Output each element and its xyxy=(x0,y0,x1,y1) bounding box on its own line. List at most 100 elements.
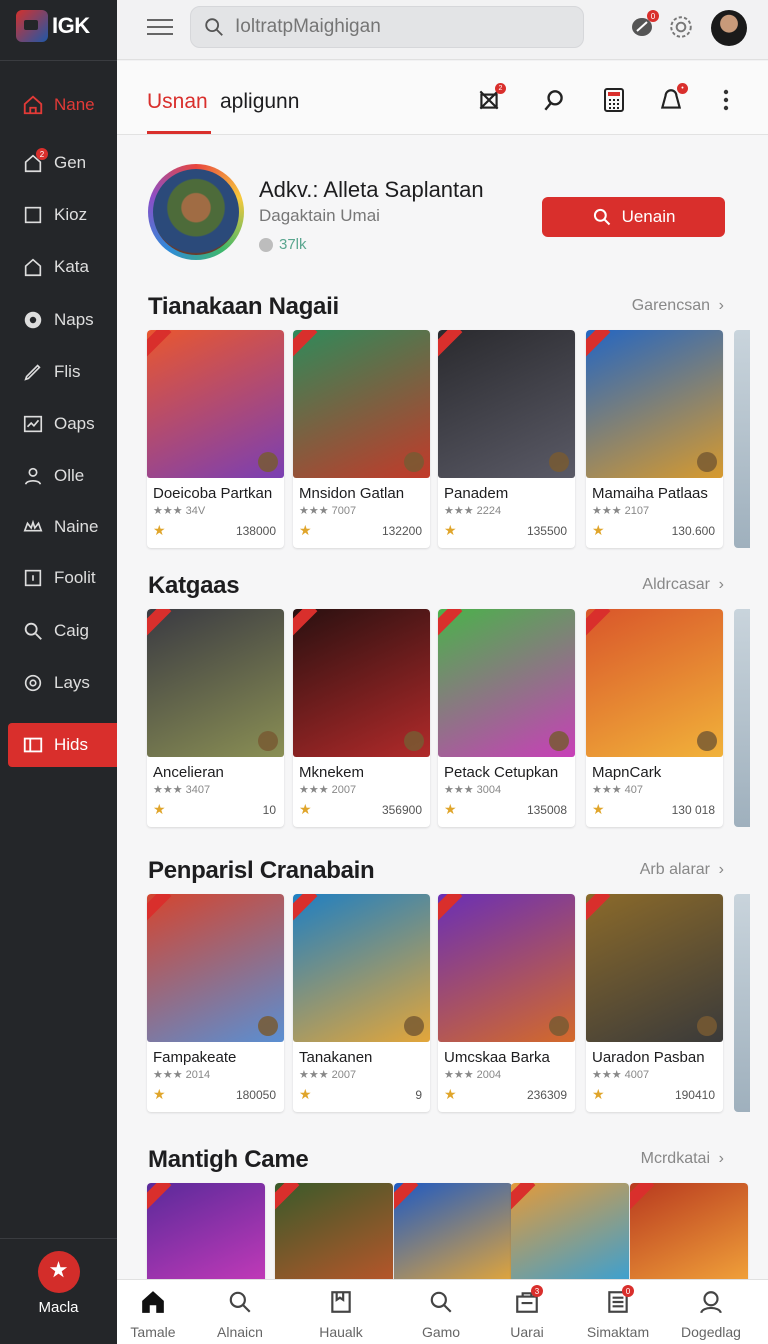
add-icon[interactable] xyxy=(697,452,717,472)
game-card[interactable] xyxy=(511,1183,629,1279)
sidebar: IGK Nane 2 Gen Kioz Kata Naps Flis Oaps … xyxy=(0,0,117,1344)
avatar[interactable] xyxy=(711,10,747,46)
sidebar-item-gen[interactable]: 2 Gen xyxy=(0,141,117,185)
search-button[interactable] xyxy=(539,85,569,115)
see-all-link[interactable]: Aldrcasar xyxy=(642,576,710,594)
tab-apligunn[interactable]: apligunn xyxy=(220,90,299,114)
search-input[interactable] xyxy=(235,16,565,38)
game-cover-art xyxy=(293,609,430,757)
next-card-peek[interactable] xyxy=(734,609,750,827)
game-card[interactable]: Fampakeate ★★★ 2014 ★ 180050 xyxy=(147,894,284,1112)
app-logo[interactable]: IGK xyxy=(16,6,90,46)
sidebar-profile-button[interactable]: Macla xyxy=(0,1238,117,1344)
game-card[interactable] xyxy=(630,1183,748,1279)
featured-action-button[interactable]: Uenain xyxy=(542,197,725,237)
add-icon[interactable] xyxy=(258,731,278,751)
download-count: 9 xyxy=(415,1088,422,1102)
sidebar-item-label: Nane xyxy=(54,95,95,114)
star-icon: ★ xyxy=(444,522,457,538)
game-cover-art xyxy=(147,330,284,478)
game-card[interactable]: Petack Cetupkan ★★★ 3004 ★ 135008 xyxy=(438,609,575,827)
bottom-nav-gamo[interactable]: Gamo xyxy=(401,1288,481,1340)
sidebar-item-label: Kioz xyxy=(54,205,88,224)
add-icon[interactable] xyxy=(404,1016,424,1036)
game-section: Katgaas Aldrcasar › Ancelieran ★★★ 3407 ★ 10 Mk… xyxy=(117,572,768,832)
game-card[interactable]: Mnsidon Gatlan ★★★ 7007 ★ 132200 xyxy=(293,330,430,548)
bottom-nav-alnaicn[interactable]: Alnaicn xyxy=(200,1288,280,1340)
add-icon[interactable] xyxy=(258,1016,278,1036)
star-icon: ★ xyxy=(299,1086,312,1102)
sidebar-item-lays[interactable]: Lays xyxy=(0,661,117,705)
game-rating-meta: ★★★ 4007 xyxy=(592,1069,650,1081)
sidebar-item-oaps[interactable]: Oaps xyxy=(0,402,117,446)
calculator-button[interactable] xyxy=(599,85,629,115)
game-card[interactable]: Panadem ★★★ 2224 ★ 135500 xyxy=(438,330,575,548)
sidebar-item-hids[interactable]: Hids xyxy=(8,723,117,767)
see-all-link[interactable]: Garencsan xyxy=(632,297,710,315)
star-emblem-icon xyxy=(37,1251,80,1293)
game-card[interactable]: Doeicoba Partkan ★★★ 34V ★ 138000 xyxy=(147,330,284,548)
add-icon[interactable] xyxy=(697,1016,717,1036)
search-bar[interactable] xyxy=(190,6,584,48)
game-card[interactable] xyxy=(147,1183,265,1279)
sidebar-item-flis[interactable]: Flis xyxy=(0,350,117,394)
next-card-peek[interactable] xyxy=(734,330,750,548)
add-icon[interactable] xyxy=(549,1016,569,1036)
game-card[interactable]: Tanakanen ★★★ 2007 ★ 9 xyxy=(293,894,430,1112)
bottom-nav-uarai[interactable]: 3 Uarai xyxy=(487,1285,567,1340)
game-card[interactable]: Mamaiha Patlaas ★★★ 2107 ★ 130.600 xyxy=(586,330,723,548)
controller-button[interactable]: 2 xyxy=(474,83,506,115)
settings-button[interactable] xyxy=(666,12,696,42)
add-icon[interactable] xyxy=(404,452,424,472)
star-icon: ★ xyxy=(592,1086,605,1102)
rocket-button[interactable]: 0 xyxy=(627,10,659,42)
add-icon[interactable] xyxy=(549,452,569,472)
download-count: 130 018 xyxy=(671,803,715,817)
game-name: Mnsidon Gatlan xyxy=(299,485,405,502)
tab-usnan[interactable]: Usnan xyxy=(147,90,208,114)
sidebar-item-home[interactable]: Nane xyxy=(0,83,117,127)
sidebar-item-kioz[interactable]: Kioz xyxy=(0,193,117,237)
game-card[interactable]: Mknekem ★★★ 2007 ★ 356900 xyxy=(293,609,430,827)
game-cover-art xyxy=(586,609,723,757)
search-icon xyxy=(427,1288,455,1316)
game-card[interactable] xyxy=(275,1183,393,1279)
bookmark-icon xyxy=(327,1288,355,1316)
game-card[interactable]: Ancelieran ★★★ 3407 ★ 10 xyxy=(147,609,284,827)
logo-mark-icon xyxy=(16,10,48,42)
sidebar-item-label: Lays xyxy=(54,673,90,692)
featured-game-art[interactable] xyxy=(148,164,244,260)
add-icon[interactable] xyxy=(697,731,717,751)
bottom-nav-haualk[interactable]: Haualk xyxy=(301,1288,381,1340)
sidebar-item-kata[interactable]: Kata xyxy=(0,245,117,289)
add-icon[interactable] xyxy=(549,731,569,751)
sidebar-item-olle[interactable]: Olle xyxy=(0,454,117,498)
sidebar-item-caig[interactable]: Caig xyxy=(0,609,117,653)
add-icon[interactable] xyxy=(258,452,278,472)
add-icon[interactable] xyxy=(404,731,424,751)
game-card[interactable]: Uaradon Pasban ★★★ 4007 ★ 190410 xyxy=(586,894,723,1112)
game-card[interactable]: Umcskaa Barka ★★★ 2004 ★ 236309 xyxy=(438,894,575,1112)
new-ribbon xyxy=(394,1183,419,1214)
game-cover-art xyxy=(293,894,430,1042)
see-all-link[interactable]: Mcrdkatai xyxy=(641,1150,710,1168)
new-ribbon xyxy=(147,894,172,925)
sidebar-item-naps[interactable]: Naps xyxy=(0,298,117,342)
calculator-icon xyxy=(604,88,624,112)
next-card-peek[interactable] xyxy=(734,894,750,1112)
hamburger-menu-button[interactable] xyxy=(147,16,173,38)
search-icon xyxy=(593,208,610,226)
game-card[interactable] xyxy=(394,1183,512,1279)
new-ribbon xyxy=(586,609,611,640)
download-count: 135008 xyxy=(526,803,567,817)
more-options-button[interactable] xyxy=(711,85,741,115)
sidebar-item-foolit[interactable]: Foolit xyxy=(0,556,117,600)
notification-badge: 3 xyxy=(531,1285,543,1297)
game-card[interactable]: MapnCark ★★★ 407 ★ 130 018 xyxy=(586,609,723,827)
bell-button[interactable]: • xyxy=(656,83,688,115)
bottom-nav-dogedlag[interactable]: Dogedlag xyxy=(671,1288,751,1340)
see-all-link[interactable]: Arb alarar xyxy=(640,861,710,879)
sidebar-item-naine[interactable]: Naine xyxy=(0,505,117,549)
bottom-nav-tamale[interactable]: Tamale xyxy=(113,1288,193,1340)
bottom-nav-simaktam[interactable]: 0 Simaktam xyxy=(578,1285,658,1340)
